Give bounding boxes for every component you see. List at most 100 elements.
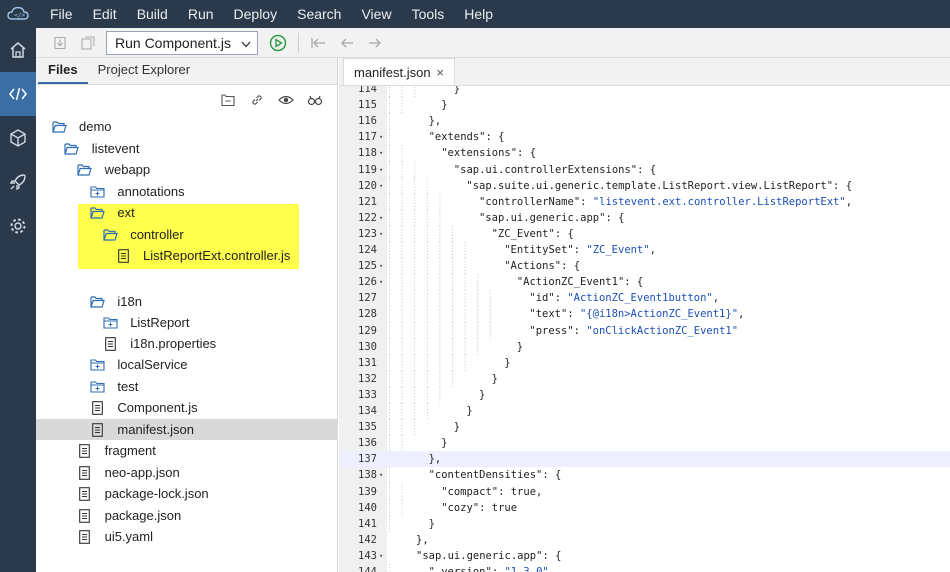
code-line[interactable]: 137}, bbox=[339, 451, 950, 468]
code-line[interactable]: 121 "controllerName": "listevent.ext.cont… bbox=[339, 194, 950, 210]
menu-search[interactable]: Search bbox=[287, 0, 351, 28]
save-icon[interactable] bbox=[46, 28, 74, 58]
fold-arrow-icon[interactable]: ▾ bbox=[379, 274, 383, 290]
fold-arrow-icon[interactable]: ▾ bbox=[379, 258, 383, 274]
tab-manifest-json[interactable]: manifest.json × bbox=[343, 58, 455, 85]
code-line[interactable]: 125 ▾ "Actions": { bbox=[339, 258, 950, 274]
code-line[interactable]: 132} bbox=[339, 371, 950, 387]
tree-item[interactable]: i18n.properties bbox=[36, 333, 338, 354]
tree-item[interactable]: i18n bbox=[36, 291, 338, 312]
menu-edit[interactable]: Edit bbox=[83, 0, 127, 28]
code-line[interactable]: 126 ▾ "ActionZC_Event1": { bbox=[339, 274, 950, 290]
code-line[interactable]: 140 "cozy": true bbox=[339, 500, 950, 516]
line-number: 117 bbox=[358, 131, 377, 144]
link-with-editor-icon[interactable] bbox=[242, 85, 271, 115]
tree-item[interactable]: ListReport bbox=[36, 312, 338, 333]
fold-arrow-icon[interactable]: ▾ bbox=[379, 145, 383, 161]
code-line[interactable]: 143 ▾ "sap.ui.generic.app": { bbox=[339, 548, 950, 564]
tree-item[interactable]: test bbox=[36, 376, 338, 397]
tree-item[interactable]: ext bbox=[36, 202, 338, 223]
code-line[interactable]: 116}, bbox=[339, 113, 950, 129]
code-line[interactable]: 139 "compact": true, bbox=[339, 484, 950, 500]
navigate-back-icon[interactable] bbox=[333, 28, 361, 58]
tree-item[interactable]: localService bbox=[36, 354, 338, 375]
code-line[interactable]: 133} bbox=[339, 387, 950, 403]
tree-item[interactable]: listevent bbox=[36, 138, 338, 159]
tree-item[interactable]: annotations bbox=[36, 181, 338, 202]
code-text: } bbox=[491, 372, 498, 385]
code-line[interactable]: 142}, bbox=[339, 532, 950, 548]
tree-item[interactable]: package.json bbox=[36, 505, 338, 526]
file-icon bbox=[77, 486, 93, 502]
fold-arrow-icon[interactable]: ▾ bbox=[379, 467, 383, 483]
tree-item[interactable]: manifest.json bbox=[36, 419, 338, 440]
run-configuration-select[interactable]: Run Component.js bbox=[106, 30, 258, 55]
menu-file[interactable]: File bbox=[36, 0, 83, 28]
menu-tools[interactable]: Tools bbox=[402, 0, 455, 28]
tree-item[interactable]: ui5.yaml bbox=[36, 526, 338, 547]
tree-item[interactable]: demo bbox=[36, 116, 338, 137]
home-icon[interactable] bbox=[0, 28, 36, 72]
code-line[interactable]: 131} bbox=[339, 355, 950, 371]
tab-project-explorer[interactable]: Project Explorer bbox=[88, 57, 200, 84]
fold-arrow-icon[interactable]: ▾ bbox=[379, 178, 383, 194]
code-line[interactable]: 120 ▾ "sap.suite.ui.generic.template.ListR… bbox=[339, 178, 950, 194]
fold-arrow-icon[interactable]: ▾ bbox=[379, 210, 383, 226]
fold-arrow-icon[interactable]: ▾ bbox=[379, 162, 383, 178]
tab-files[interactable]: Files bbox=[38, 57, 88, 84]
code-line[interactable]: 135} bbox=[339, 419, 950, 435]
tree-item[interactable]: package-lock.json bbox=[36, 483, 338, 504]
code-line[interactable]: 114} bbox=[339, 86, 950, 97]
panel-tabs: Files Project Explorer bbox=[36, 58, 337, 85]
code-line[interactable]: 144 "_version": "1.3.0", bbox=[339, 564, 950, 572]
show-hidden-files-eye-icon[interactable] bbox=[271, 85, 300, 115]
menu-build[interactable]: Build bbox=[127, 0, 178, 28]
fold-arrow-icon[interactable]: ▾ bbox=[379, 548, 383, 564]
code-line[interactable]: 136} bbox=[339, 435, 950, 451]
line-number: 138 bbox=[358, 469, 377, 482]
code-line[interactable]: 128 "text": "{@i18n>ActionZC_Event1}", bbox=[339, 306, 950, 322]
line-number: 127 bbox=[358, 292, 377, 305]
code-line[interactable]: 124 "EntitySet": "ZC_Event", bbox=[339, 242, 950, 258]
code-line[interactable]: 115} bbox=[339, 97, 950, 113]
code-text: "cozy": true bbox=[441, 501, 518, 514]
menu-help[interactable]: Help bbox=[454, 0, 503, 28]
fold-arrow-icon[interactable]: ▾ bbox=[379, 129, 383, 145]
tree-item[interactable]: fragment bbox=[36, 440, 338, 461]
code-area[interactable]: 114} 115} 116}, 117 ▾ "extends": {118 ▾ "extens… bbox=[339, 86, 950, 572]
code-line[interactable]: 118 ▾ "extensions": { bbox=[339, 145, 950, 161]
line-number: 140 bbox=[358, 501, 377, 514]
collapse-all-icon[interactable] bbox=[213, 85, 242, 115]
code-text: "controllerName": "listevent.ext.control… bbox=[479, 195, 853, 208]
tree-item[interactable]: webapp bbox=[36, 159, 338, 180]
code-line[interactable]: 138 ▾ "contentDensities": { bbox=[339, 467, 950, 483]
search-binoculars-icon[interactable] bbox=[300, 85, 329, 115]
rocket-deploy-icon[interactable] bbox=[0, 160, 36, 204]
code-line[interactable]: 130} bbox=[339, 339, 950, 355]
tree-item[interactable]: ListReportExt.controller.js bbox=[36, 245, 338, 266]
code-line[interactable]: 127 "id": "ActionZC_Event1button", bbox=[339, 290, 950, 306]
code-line[interactable]: 119 ▾ "sap.ui.controllerExtensions": { bbox=[339, 162, 950, 178]
menu-deploy[interactable]: Deploy bbox=[224, 0, 288, 28]
code-line[interactable]: 129 "press": "onClickActionZC_Event1" bbox=[339, 323, 950, 339]
save-all-icon[interactable] bbox=[74, 28, 102, 58]
close-icon[interactable]: × bbox=[436, 65, 444, 80]
menu-run[interactable]: Run bbox=[178, 0, 224, 28]
run-play-icon[interactable] bbox=[264, 28, 292, 58]
code-line[interactable]: 122 ▾ "sap.ui.generic.app": { bbox=[339, 210, 950, 226]
package-icon[interactable] bbox=[0, 116, 36, 160]
code-editor-icon[interactable] bbox=[0, 72, 36, 116]
tree-item[interactable]: neo-app.json bbox=[36, 462, 338, 483]
code-line[interactable]: 123 ▾ "ZC_Event": { bbox=[339, 226, 950, 242]
fold-arrow-icon[interactable]: ▾ bbox=[379, 226, 383, 242]
line-number: 131 bbox=[358, 356, 377, 369]
last-edit-location-icon[interactable] bbox=[305, 28, 333, 58]
navigate-forward-icon[interactable] bbox=[361, 28, 389, 58]
menu-view[interactable]: View bbox=[351, 0, 401, 28]
code-line[interactable]: 141} bbox=[339, 516, 950, 532]
code-line[interactable]: 134} bbox=[339, 403, 950, 419]
code-line[interactable]: 117 ▾ "extends": { bbox=[339, 129, 950, 145]
settings-gear-icon[interactable] bbox=[0, 204, 36, 248]
tree-item[interactable]: controller bbox=[36, 224, 338, 245]
tree-item[interactable]: Component.js bbox=[36, 397, 338, 418]
